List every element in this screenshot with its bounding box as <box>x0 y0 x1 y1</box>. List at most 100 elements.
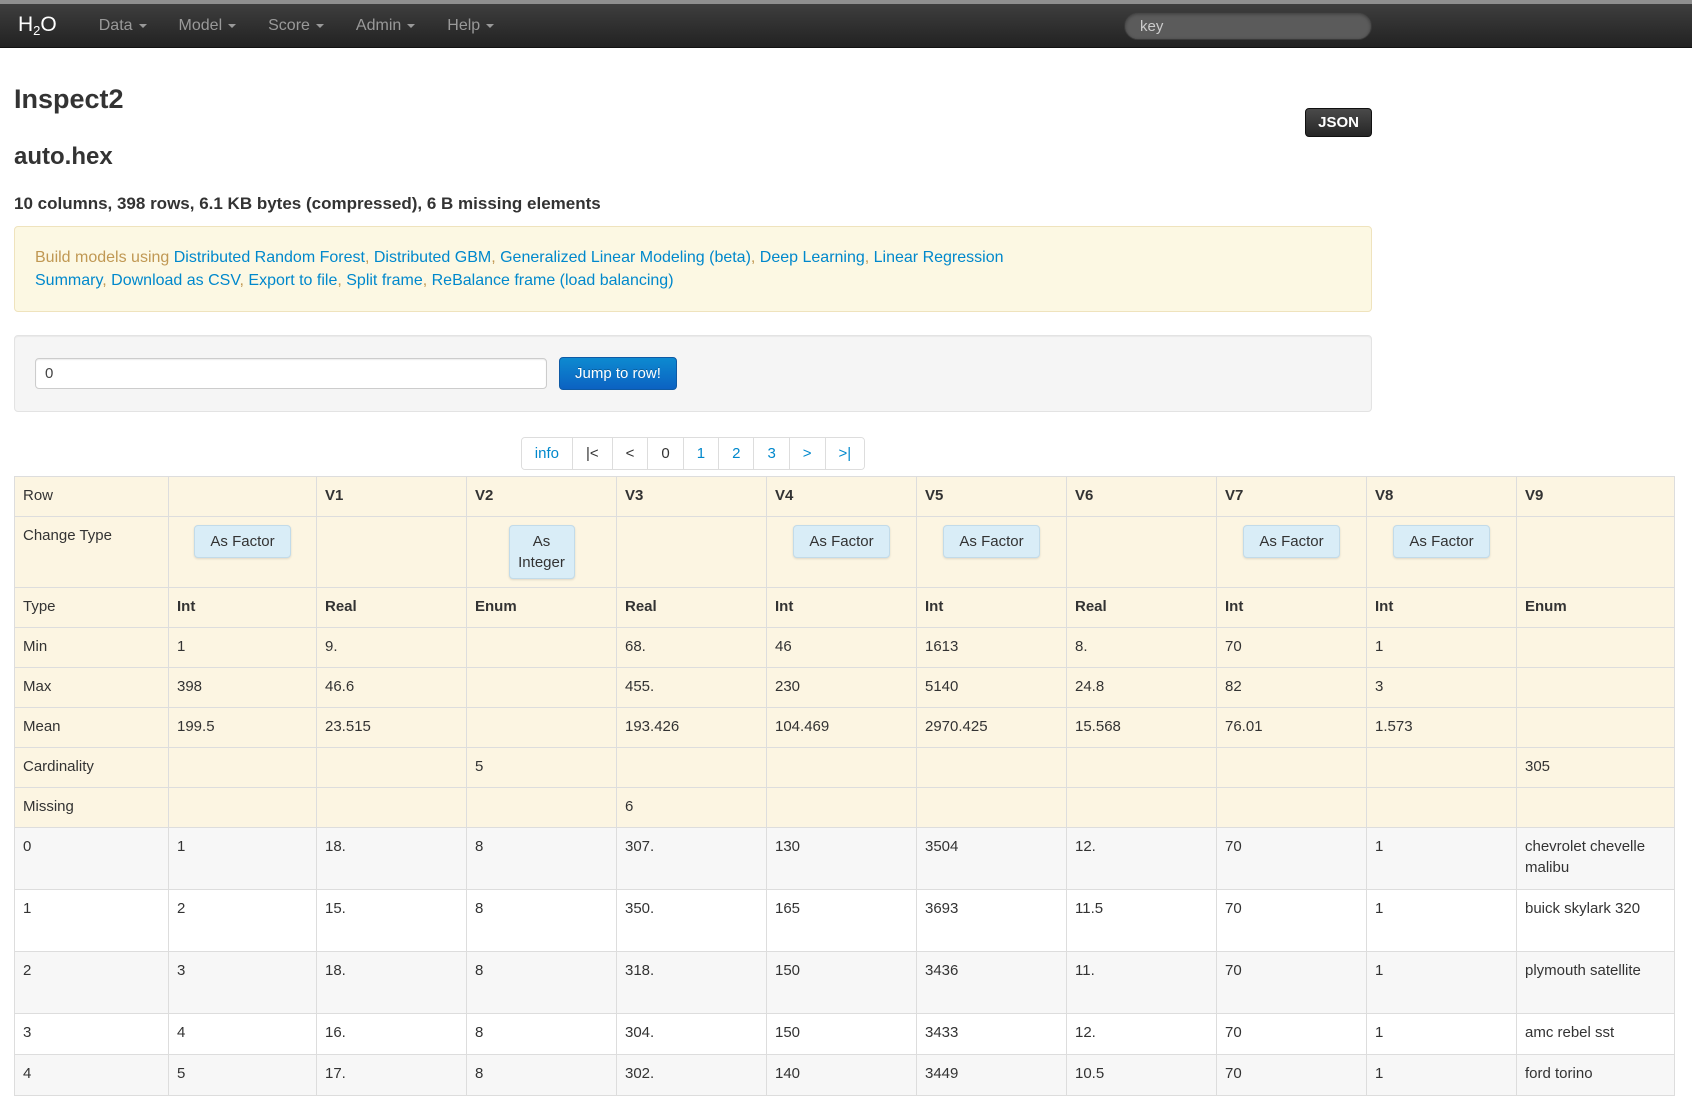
chevron-down-icon <box>315 23 324 28</box>
stat-cell: 8. <box>1066 627 1217 668</box>
nav-item-help[interactable]: Help <box>431 4 510 48</box>
data-cell: 11.5 <box>1066 889 1217 952</box>
row-index-cell: 0 <box>14 827 169 890</box>
stat-cell <box>1516 667 1675 708</box>
build-link-distributed-gbm[interactable]: Distributed GBM <box>374 249 491 266</box>
data-cell: 8 <box>466 827 617 890</box>
pagination-page-2[interactable]: 2 <box>718 438 754 469</box>
stat-cell: 230 <box>766 667 917 708</box>
build-link-export-to-file[interactable]: Export to file <box>248 272 337 289</box>
search-input[interactable] <box>1124 12 1372 40</box>
stat-row-mean: Mean 199.5 23.515 193.426 104.469 2970.425 15.… <box>14 707 1675 748</box>
stat-cell: 46.6 <box>316 667 467 708</box>
stat-cell: 82 <box>1216 667 1367 708</box>
pagination-page-3[interactable]: 3 <box>753 438 789 469</box>
stat-cell <box>1066 747 1217 788</box>
h2o-logo[interactable]: H2O <box>0 13 83 38</box>
data-cell: 165 <box>766 889 917 952</box>
nav-item-score[interactable]: Score <box>252 4 340 48</box>
jump-to-row-panel: Jump to row! <box>14 335 1372 412</box>
as-factor-button[interactable]: As Factor <box>1243 525 1340 558</box>
nav-item-label: Data <box>98 16 133 34</box>
row-index-cell: 4 <box>14 1054 169 1096</box>
brand-text: H <box>18 13 34 36</box>
data-cell: 307. <box>616 827 767 890</box>
build-link-split-frame[interactable]: Split frame <box>346 272 422 289</box>
stat-row-label: Min <box>14 627 169 668</box>
stat-cell <box>616 747 767 788</box>
change-type-row: Change Type As Factor As Integer As Factor A… <box>14 516 1675 588</box>
nav-item-label: Model <box>178 16 223 34</box>
nav-item-data[interactable]: Data <box>83 4 163 48</box>
stat-cell: 1613 <box>916 627 1067 668</box>
data-cell: 12. <box>1066 827 1217 890</box>
stat-cell <box>766 747 917 788</box>
stat-cell: 104.469 <box>766 707 917 748</box>
stat-cell <box>168 787 317 828</box>
build-link-summary[interactable]: Summary <box>35 272 102 289</box>
nav-item-model[interactable]: Model <box>163 4 253 48</box>
data-cell: 302. <box>616 1054 767 1096</box>
build-link-deep-learning[interactable]: Deep Learning <box>760 249 865 266</box>
as-factor-button[interactable]: As Factor <box>194 525 291 558</box>
stat-cell <box>1066 787 1217 828</box>
data-cell: 18. <box>316 951 467 1014</box>
stat-cell: 2970.425 <box>916 707 1067 748</box>
build-link-generalized-linear-modeling-beta-[interactable]: Generalized Linear Modeling (beta) <box>500 249 751 266</box>
stat-cell: 3 <box>1366 667 1517 708</box>
stat-cell: 455. <box>616 667 767 708</box>
stat-row-label: Missing <box>14 787 169 828</box>
build-link-rebalance-frame-load-balancing-[interactable]: ReBalance frame (load balancing) <box>432 272 674 289</box>
stat-cell: Int <box>766 587 917 628</box>
change-type-cell: As Factor <box>1216 516 1367 588</box>
jump-to-row-button[interactable]: Jump to row! <box>559 357 677 390</box>
data-cell: 3433 <box>916 1013 1067 1055</box>
table-row: 1 2 15. 8 350. 165 3693 11.5 70 1 buick skylark 32… <box>14 889 1675 952</box>
json-button[interactable]: JSON <box>1305 108 1372 137</box>
change-type-label: Change Type <box>14 516 169 588</box>
stat-row-max: Max 398 46.6 455. 230 5140 24.8 82 3 <box>14 667 1675 708</box>
data-cell: 150 <box>766 1013 917 1055</box>
data-cell: 3504 <box>916 827 1067 890</box>
as-integer-button[interactable]: As Integer <box>508 525 575 579</box>
stat-cell: 199.5 <box>168 707 317 748</box>
data-cell: buick skylark 320 <box>1516 889 1675 952</box>
stat-row-label: Type <box>14 587 169 628</box>
jump-row-input[interactable] <box>35 358 547 389</box>
pagination-next[interactable]: > <box>788 438 825 469</box>
as-factor-button[interactable]: As Factor <box>793 525 890 558</box>
data-cell: 3436 <box>916 951 1067 1014</box>
data-cell: 70 <box>1216 951 1367 1014</box>
stat-cell <box>1216 787 1367 828</box>
stat-cell: Real <box>316 587 467 628</box>
data-cell: 8 <box>466 951 617 1014</box>
pagination-page-1[interactable]: 1 <box>682 438 719 469</box>
pagination-info[interactable]: info <box>521 438 572 469</box>
stat-cell <box>316 787 467 828</box>
stat-cell: 24.8 <box>1066 667 1217 708</box>
as-factor-button[interactable]: As Factor <box>943 525 1040 558</box>
table-row: 2 3 18. 8 318. 150 3436 11. 70 1 plymouth satellit… <box>14 951 1675 1014</box>
as-factor-button[interactable]: As Factor <box>1393 525 1490 558</box>
stat-cell: 1.573 <box>1366 707 1517 748</box>
nav-item-admin[interactable]: Admin <box>340 4 431 48</box>
pagination-page-0[interactable]: 0 <box>647 438 683 469</box>
build-link-distributed-random-forest[interactable]: Distributed Random Forest <box>174 249 365 266</box>
pagination-first[interactable]: |< <box>571 438 612 469</box>
change-type-cell: As Integer <box>466 516 617 588</box>
stat-row-min: Min 1 9. 68. 46 1613 8. 70 1 <box>14 627 1675 668</box>
data-cell: 1 <box>1366 827 1517 890</box>
data-cell: chevrolet chevelle malibu <box>1516 827 1675 890</box>
pagination-prev[interactable]: < <box>611 438 648 469</box>
stat-cell <box>466 627 617 668</box>
row-index-cell: 2 <box>14 951 169 1014</box>
data-cell: 1 <box>1366 1013 1517 1055</box>
data-cell: 12. <box>1066 1013 1217 1055</box>
pagination-last[interactable]: >| <box>824 438 865 469</box>
column-header-V1: V1 <box>316 476 467 517</box>
build-link-linear-regression[interactable]: Linear Regression <box>874 249 1004 266</box>
stat-cell <box>316 747 467 788</box>
data-cell: 8 <box>466 1013 617 1055</box>
stat-cell: 1 <box>1366 627 1517 668</box>
build-link-download-as-csv[interactable]: Download as CSV <box>111 272 239 289</box>
